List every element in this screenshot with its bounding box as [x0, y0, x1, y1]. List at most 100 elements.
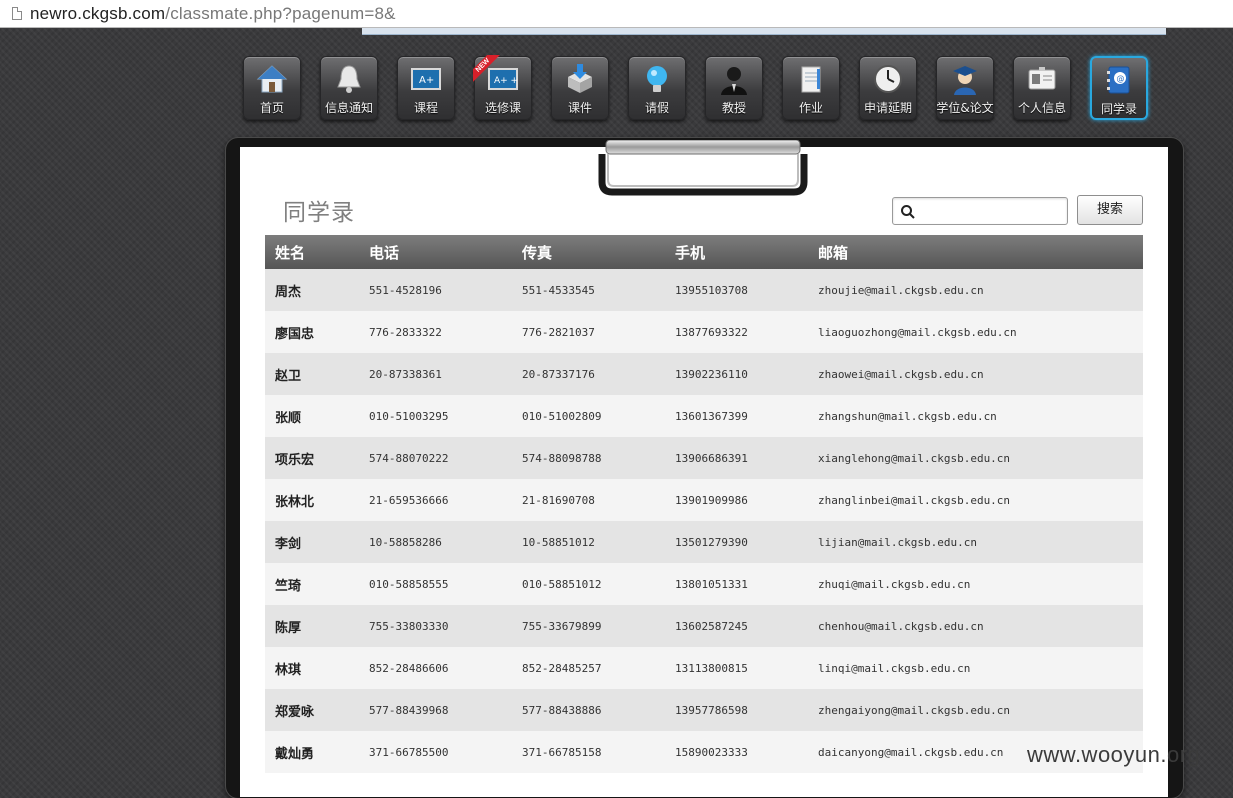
- column-header-email: 邮箱: [808, 235, 1143, 269]
- cell-name: 竺琦: [265, 563, 359, 605]
- nav-item-profile[interactable]: 个人信息: [1013, 56, 1071, 120]
- nav-label: 信息通知: [324, 101, 373, 115]
- clock-icon: [871, 62, 905, 96]
- cell-phone: 551-4528196: [359, 269, 512, 311]
- cell-mobile: 13906686391: [665, 437, 808, 479]
- professor-icon: [717, 62, 751, 96]
- cell-fax: 755-33679899: [512, 605, 665, 647]
- url-text[interactable]: newro.ckgsb.com/classmate.php?pagenum=8&: [30, 4, 396, 24]
- nav-label: 申请延期: [863, 101, 912, 115]
- nav-item-degree-thesis[interactable]: 学位&论文: [936, 56, 994, 120]
- svg-text:A+: A+: [419, 75, 434, 86]
- cell-fax: 577-88438886: [512, 689, 665, 731]
- notebook-icon: [794, 62, 828, 96]
- nav-label: 课程: [413, 101, 438, 115]
- nav-label: 同学录: [1100, 102, 1137, 116]
- table-header-row: 姓名 电话 传真 手机 邮箱: [265, 235, 1143, 269]
- cell-phone: 10-58858286: [359, 521, 512, 563]
- nav-label: 选修课: [484, 101, 521, 115]
- nav-label: 首页: [259, 101, 284, 115]
- table-row: 竺琦 010-58858555 010-58851012 13801051331 zhu…: [265, 563, 1143, 605]
- search-field[interactable]: [892, 197, 1068, 225]
- table-row: 陈厚 755-33803330 755-33679899 13602587245 che…: [265, 605, 1143, 647]
- cell-fax: 21-81690708: [512, 479, 665, 521]
- cell-phone: 20-87338361: [359, 353, 512, 395]
- page-title: 同学录: [283, 200, 355, 226]
- nav-item-extension[interactable]: 申请延期: [859, 56, 917, 120]
- cell-mobile: 13801051331: [665, 563, 808, 605]
- nav-label: 教授: [721, 101, 746, 115]
- cell-mobile: 13901909986: [665, 479, 808, 521]
- cell-email: zhuqi@mail.ckgsb.edu.cn: [808, 563, 1143, 605]
- cell-phone: 776-2833322: [359, 311, 512, 353]
- cell-phone: 010-51003295: [359, 395, 512, 437]
- table-row: 戴灿勇 371-66785500 371-66785158 15890023333 da…: [265, 731, 1143, 773]
- lightbulb-icon: [640, 62, 674, 96]
- cell-phone: 010-58858555: [359, 563, 512, 605]
- nav-item-courses[interactable]: A+ 课程: [397, 56, 455, 120]
- cell-phone: 755-33803330: [359, 605, 512, 647]
- cell-email: lijian@mail.ckgsb.edu.cn: [808, 521, 1143, 563]
- classmates-table: 姓名 电话 传真 手机 邮箱 周杰 551-4528196 551-4533545 1…: [265, 235, 1143, 773]
- table-row: 张林北 21-659536666 21-81690708 13901909986 zha…: [265, 479, 1143, 521]
- cell-email: zhanglinbei@mail.ckgsb.edu.cn: [808, 479, 1143, 521]
- cell-mobile: 13113800815: [665, 647, 808, 689]
- table-row: 赵卫 20-87338361 20-87337176 13902236110 zhaow…: [265, 353, 1143, 395]
- table-row: 张顺 010-51003295 010-51002809 13601367399 zha…: [265, 395, 1143, 437]
- nav-item-professors[interactable]: 教授: [705, 56, 763, 120]
- nav-item-notifications[interactable]: 信息通知: [320, 56, 378, 120]
- nav-item-home[interactable]: 首页: [243, 56, 301, 120]
- table-row: 周杰 551-4528196 551-4533545 13955103708 zhouj…: [265, 269, 1143, 311]
- cell-fax: 010-51002809: [512, 395, 665, 437]
- table-row: 林琪 852-28486606 852-28485257 13113800815 lin…: [265, 647, 1143, 689]
- nav-item-classmates[interactable]: @ 同学录: [1090, 56, 1148, 120]
- cell-phone: 852-28486606: [359, 647, 512, 689]
- cell-name: 郑爱咏: [265, 689, 359, 731]
- cell-name: 张顺: [265, 395, 359, 437]
- cell-mobile: 13877693322: [665, 311, 808, 353]
- table-row: 廖国忠 776-2833322 776-2821037 13877693322 liao…: [265, 311, 1143, 353]
- nav-item-homework[interactable]: 作业: [782, 56, 840, 120]
- cell-email: zhangshun@mail.ckgsb.edu.cn: [808, 395, 1143, 437]
- cell-mobile: 13957786598: [665, 689, 808, 731]
- nav-item-courseware[interactable]: 课件: [551, 56, 609, 120]
- graduate-icon: [948, 62, 982, 96]
- nav-label: 作业: [798, 101, 823, 115]
- bell-icon: [332, 62, 366, 96]
- cell-mobile: 15890023333: [665, 731, 808, 773]
- cell-fax: 852-28485257: [512, 647, 665, 689]
- cell-email: chenhou@mail.ckgsb.edu.cn: [808, 605, 1143, 647]
- blackboard-icon: A+: [409, 62, 443, 96]
- cell-name: 戴灿勇: [265, 731, 359, 773]
- cell-email: linqi@mail.ckgsb.edu.cn: [808, 647, 1143, 689]
- main-nav: 首页 信息通知 A+ 课程 NEW A+ + 选修课 课件 请假 教授 作业 申…: [243, 55, 1167, 120]
- cell-mobile: 13902236110: [665, 353, 808, 395]
- nav-label: 课件: [567, 101, 592, 115]
- table-row: 项乐宏 574-88070222 574-88098788 13906686391 xi…: [265, 437, 1143, 479]
- cell-phone: 577-88439968: [359, 689, 512, 731]
- table-row: 郑爱咏 577-88439968 577-88438886 13957786598 zh…: [265, 689, 1143, 731]
- cell-phone: 574-88070222: [359, 437, 512, 479]
- column-header-mobile: 手机: [665, 235, 808, 269]
- address-bar[interactable]: newro.ckgsb.com/classmate.php?pagenum=8&: [0, 0, 1233, 28]
- clipboard-clip: [596, 139, 810, 198]
- download-box-icon: [563, 62, 597, 96]
- new-badge: NEW: [473, 55, 503, 85]
- cell-name: 赵卫: [265, 353, 359, 395]
- search-input[interactable]: [919, 201, 1061, 221]
- nav-item-electives[interactable]: NEW A+ + 选修课: [473, 55, 532, 120]
- cell-phone: 21-659536666: [359, 479, 512, 521]
- address-book-icon: @: [1102, 63, 1136, 97]
- cell-fax: 10-58851012: [512, 521, 665, 563]
- nav-item-leave[interactable]: 请假: [628, 56, 686, 120]
- cell-mobile: 13955103708: [665, 269, 808, 311]
- cell-name: 李剑: [265, 521, 359, 563]
- search-button[interactable]: 搜索: [1077, 195, 1143, 225]
- cell-mobile: 13602587245: [665, 605, 808, 647]
- id-card-icon: [1025, 62, 1059, 96]
- cell-email: zhaowei@mail.ckgsb.edu.cn: [808, 353, 1143, 395]
- cell-fax: 551-4533545: [512, 269, 665, 311]
- nav-label: 请假: [644, 101, 669, 115]
- column-header-fax: 传真: [512, 235, 665, 269]
- cell-name: 项乐宏: [265, 437, 359, 479]
